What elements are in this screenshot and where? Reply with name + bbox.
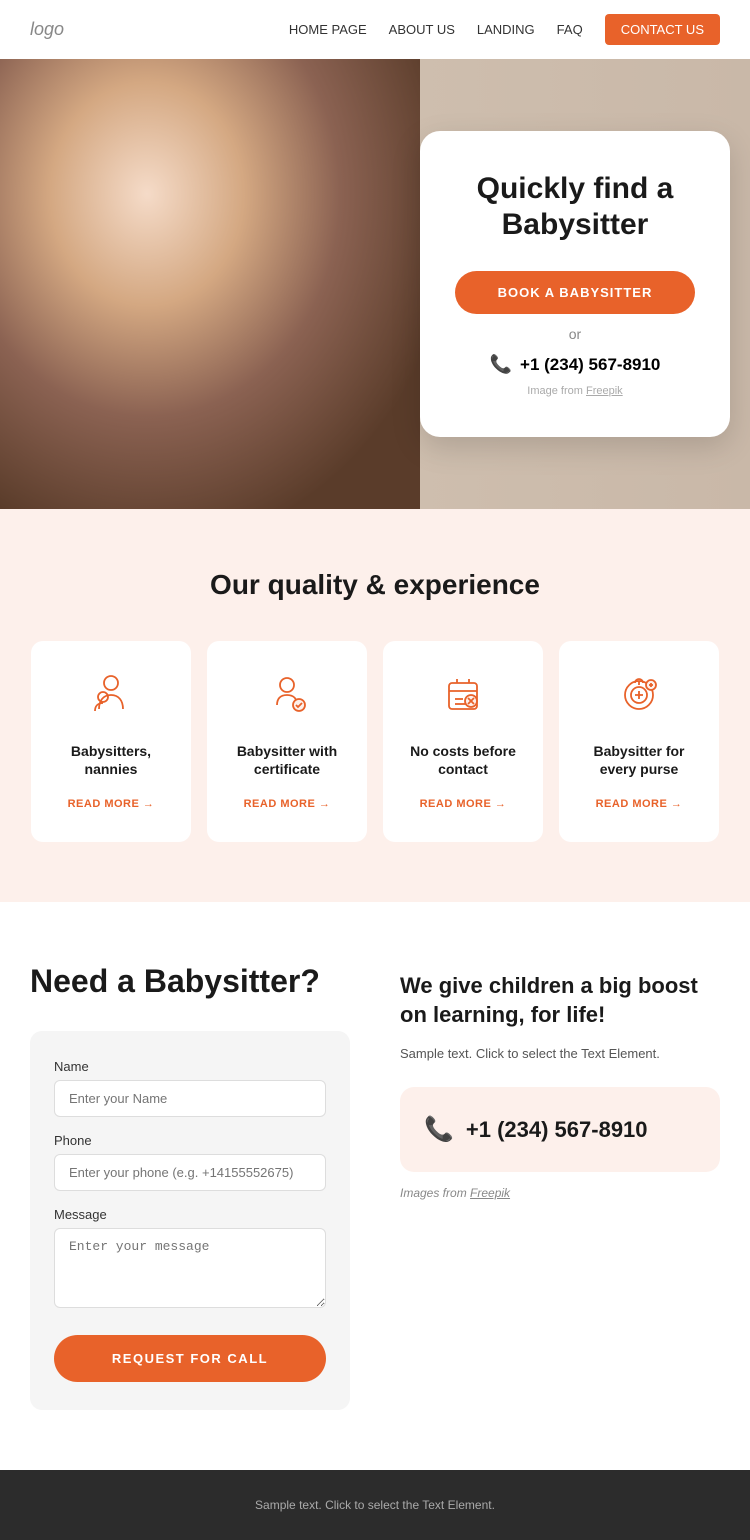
- nav-landing[interactable]: LANDING: [477, 22, 535, 37]
- quality-title: Our quality & experience: [30, 569, 720, 601]
- quality-section: Our quality & experience Babysitters, na…: [0, 509, 750, 902]
- contact-info-side: We give children a big boost on learning…: [400, 962, 720, 1409]
- hero-image: [0, 59, 420, 509]
- navigation: logo HOME PAGE ABOUT US LANDING FAQ CONT…: [0, 0, 750, 59]
- hero-or-text: or: [455, 326, 695, 342]
- card-link-babysitters[interactable]: READ MORE →: [68, 798, 155, 810]
- card-link-no-cost[interactable]: READ MORE →: [420, 798, 507, 810]
- footer-text: Sample text. Click to select the Text El…: [255, 1498, 495, 1512]
- contact-image-credit: Images from Freepik: [400, 1186, 720, 1200]
- contact-phone-icon: 📞: [424, 1115, 454, 1144]
- book-babysitter-button[interactable]: BOOK A BABYSITTER: [455, 271, 695, 314]
- freepik-link-2[interactable]: Freepik: [470, 1186, 510, 1200]
- message-input[interactable]: [54, 1228, 326, 1308]
- purse-icon: [577, 671, 701, 726]
- card-title-no-cost: No costs before contact: [401, 742, 525, 778]
- contact-phone-card: 📞 +1 (234) 567-8910: [400, 1087, 720, 1172]
- card-title-certificate: Babysitter with certificate: [225, 742, 349, 778]
- nav-about[interactable]: ABOUT US: [389, 22, 455, 37]
- nav-faq[interactable]: FAQ: [557, 22, 583, 37]
- name-group: Name: [54, 1059, 326, 1117]
- phone-group: Phone: [54, 1133, 326, 1191]
- phone-label: Phone: [54, 1133, 326, 1148]
- request-call-button[interactable]: REQUEST FOR CALL: [54, 1335, 326, 1382]
- quality-cards: Babysitters, nannies READ MORE → Babysit…: [30, 641, 720, 842]
- card-link-purse[interactable]: READ MORE →: [596, 798, 683, 810]
- phone-icon: 📞: [490, 354, 512, 375]
- no-cost-icon: [401, 671, 525, 726]
- contact-right-heading: We give children a big boost on learning…: [400, 972, 720, 1029]
- contact-heading: Need a Babysitter?: [30, 962, 350, 1000]
- contact-section: Need a Babysitter? Name Phone Message RE…: [0, 902, 750, 1469]
- hero-title: Quickly find a Babysitter: [455, 171, 695, 243]
- card-title-babysitters: Babysitters, nannies: [49, 742, 173, 778]
- hero-photo-svg: [0, 59, 420, 509]
- contact-inner: Need a Babysitter? Name Phone Message RE…: [30, 962, 720, 1409]
- card-title-purse: Babysitter for every purse: [577, 742, 701, 778]
- hero-phone: 📞 +1 (234) 567-8910: [455, 354, 695, 375]
- contact-form-card: Name Phone Message REQUEST FOR CALL: [30, 1031, 350, 1410]
- hero-image-credit: Image from Freepik: [455, 385, 695, 397]
- footer: Sample text. Click to select the Text El…: [0, 1470, 750, 1540]
- quality-card-babysitters: Babysitters, nannies READ MORE →: [31, 641, 191, 842]
- card-link-certificate[interactable]: READ MORE →: [244, 798, 331, 810]
- contact-form-side: Need a Babysitter? Name Phone Message RE…: [30, 962, 350, 1409]
- nav-links: HOME PAGE ABOUT US LANDING FAQ CONTACT U…: [289, 14, 720, 45]
- nav-contact[interactable]: CONTACT US: [605, 14, 720, 45]
- quality-card-certificate: Babysitter with certificate READ MORE →: [207, 641, 367, 842]
- name-input[interactable]: [54, 1080, 326, 1117]
- contact-phone-number: +1 (234) 567-8910: [466, 1117, 648, 1143]
- certificate-icon: [225, 671, 349, 726]
- message-group: Message: [54, 1207, 326, 1313]
- phone-input[interactable]: [54, 1154, 326, 1191]
- hero-card: Quickly find a Babysitter BOOK A BABYSIT…: [420, 131, 730, 437]
- contact-right-text: Sample text. Click to select the Text El…: [400, 1044, 720, 1064]
- quality-card-purse: Babysitter for every purse READ MORE →: [559, 641, 719, 842]
- nav-home[interactable]: HOME PAGE: [289, 22, 367, 37]
- babysitter-nanny-icon: [49, 671, 173, 726]
- freepik-link[interactable]: Freepik: [586, 385, 623, 397]
- hero-phone-number: +1 (234) 567-8910: [520, 355, 660, 375]
- message-label: Message: [54, 1207, 326, 1222]
- name-label: Name: [54, 1059, 326, 1074]
- hero-section: Quickly find a Babysitter BOOK A BABYSIT…: [0, 59, 750, 509]
- quality-card-no-cost: No costs before contact READ MORE →: [383, 641, 543, 842]
- logo: logo: [30, 19, 64, 40]
